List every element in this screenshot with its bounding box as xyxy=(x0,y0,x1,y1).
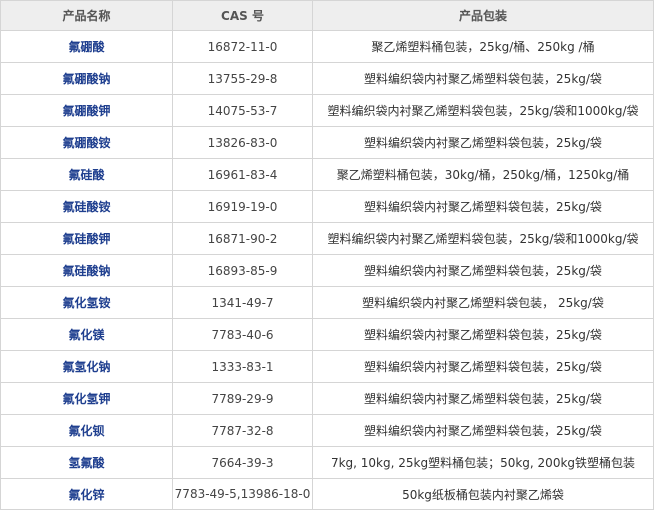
packaging-cell: 塑料编织袋内衬聚乙烯塑料袋包装，25kg/袋和1000kg/袋 xyxy=(312,94,654,127)
packaging-cell: 塑料编织袋内衬聚乙烯塑料袋包装，25kg/袋 xyxy=(312,62,654,95)
packaging-cell: 聚乙烯塑料桶包装，30kg/桶，250kg/桶，1250kg/桶 xyxy=(312,158,654,191)
table-row: 氟硅酸 16961-83-4 聚乙烯塑料桶包装，30kg/桶，250kg/桶，1… xyxy=(0,158,654,191)
product-name-cell: 氟硅酸 xyxy=(0,158,173,191)
product-name-cell: 氟化钡 xyxy=(0,414,173,447)
cas-cell: 1333-83-1 xyxy=(172,350,313,383)
product-name-cell: 氟硼酸钾 xyxy=(0,94,173,127)
cas-cell: 7783-40-6 xyxy=(172,318,313,351)
header-cas-number: CAS 号 xyxy=(172,0,313,31)
packaging-cell: 塑料编织袋内衬聚乙烯塑料袋包装，25kg/袋 xyxy=(312,318,654,351)
packaging-cell: 聚乙烯塑料桶包装，25kg/桶、250kg /桶 xyxy=(312,30,654,63)
table-row: 氟硅酸铵 16919-19-0 塑料编织袋内衬聚乙烯塑料袋包装，25kg/袋 xyxy=(0,190,654,223)
packaging-cell: 塑料编织袋内衬聚乙烯塑料袋包装， 25kg/袋 xyxy=(312,286,654,319)
table-row: 氟化锌 7783-49-5,13986-18-0 50kg纸板桶包装内衬聚乙烯袋 xyxy=(0,478,654,510)
cas-cell: 16893-85-9 xyxy=(172,254,313,287)
header-packaging: 产品包装 xyxy=(312,0,654,31)
packaging-cell: 塑料编织袋内衬聚乙烯塑料袋包装，25kg/袋 xyxy=(312,190,654,223)
table-row: 氟化氢铵 1341-49-7 塑料编织袋内衬聚乙烯塑料袋包装， 25kg/袋 xyxy=(0,286,654,319)
cas-cell: 13755-29-8 xyxy=(172,62,313,95)
cas-cell: 16961-83-4 xyxy=(172,158,313,191)
product-name-cell: 氟硅酸钾 xyxy=(0,222,173,255)
header-product-name: 产品名称 xyxy=(0,0,173,31)
table-row: 氟硼酸铵 13826-83-0 塑料编织袋内衬聚乙烯塑料袋包装，25kg/袋 xyxy=(0,126,654,159)
table-row: 氟氢化钠 1333-83-1 塑料编织袋内衬聚乙烯塑料袋包装，25kg/袋 xyxy=(0,350,654,383)
cas-cell: 7664-39-3 xyxy=(172,446,313,479)
header-row: 产品名称 CAS 号 产品包装 xyxy=(0,0,654,31)
cas-cell: 13826-83-0 xyxy=(172,126,313,159)
cas-cell: 7783-49-5,13986-18-0 xyxy=(172,478,313,510)
cas-cell: 16871-90-2 xyxy=(172,222,313,255)
packaging-cell: 塑料编织袋内衬聚乙烯塑料袋包装，25kg/袋 xyxy=(312,414,654,447)
packaging-cell: 7kg, 10kg, 25kg塑料桶包装；50kg, 200kg铁塑桶包装 xyxy=(312,446,654,479)
product-name-cell: 氟氢化钠 xyxy=(0,350,173,383)
table-row: 氟硼酸钾 14075-53-7 塑料编织袋内衬聚乙烯塑料袋包装，25kg/袋和1… xyxy=(0,94,654,127)
packaging-cell: 塑料编织袋内衬聚乙烯塑料袋包装，25kg/袋和1000kg/袋 xyxy=(312,222,654,255)
table-row: 氟化镁 7783-40-6 塑料编织袋内衬聚乙烯塑料袋包装，25kg/袋 xyxy=(0,318,654,351)
product-name-cell: 氟硅酸铵 xyxy=(0,190,173,223)
table-row: 氟化钡 7787-32-8 塑料编织袋内衬聚乙烯塑料袋包装，25kg/袋 xyxy=(0,414,654,447)
table-row: 氟硅酸钾 16871-90-2 塑料编织袋内衬聚乙烯塑料袋包装，25kg/袋和1… xyxy=(0,222,654,255)
table-row: 氢氟酸 7664-39-3 7kg, 10kg, 25kg塑料桶包装；50kg,… xyxy=(0,446,654,479)
cas-cell: 16872-11-0 xyxy=(172,30,313,63)
cas-cell: 14075-53-7 xyxy=(172,94,313,127)
table-row: 氟硅酸钠 16893-85-9 塑料编织袋内衬聚乙烯塑料袋包装，25kg/袋 xyxy=(0,254,654,287)
product-name-cell: 氟硼酸钠 xyxy=(0,62,173,95)
packaging-cell: 50kg纸板桶包装内衬聚乙烯袋 xyxy=(312,478,654,510)
cas-cell: 16919-19-0 xyxy=(172,190,313,223)
table-row: 氟硼酸 16872-11-0 聚乙烯塑料桶包装，25kg/桶、250kg /桶 xyxy=(0,30,654,63)
product-name-cell: 氟化氢钾 xyxy=(0,382,173,415)
cas-cell: 7789-29-9 xyxy=(172,382,313,415)
product-name-cell: 氟硅酸钠 xyxy=(0,254,173,287)
table-row: 氟化氢钾 7789-29-9 塑料编织袋内衬聚乙烯塑料袋包装，25kg/袋 xyxy=(0,382,654,415)
product-name-cell: 氟硼酸 xyxy=(0,30,173,63)
packaging-cell: 塑料编织袋内衬聚乙烯塑料袋包装，25kg/袋 xyxy=(312,382,654,415)
product-table: 产品名称 CAS 号 产品包装 氟硼酸 16872-11-0 聚乙烯塑料桶包装，… xyxy=(0,0,654,510)
cas-cell: 1341-49-7 xyxy=(172,286,313,319)
product-name-cell: 氟硼酸铵 xyxy=(0,126,173,159)
table-row: 氟硼酸钠 13755-29-8 塑料编织袋内衬聚乙烯塑料袋包装，25kg/袋 xyxy=(0,62,654,95)
product-name-cell: 氟化氢铵 xyxy=(0,286,173,319)
packaging-cell: 塑料编织袋内衬聚乙烯塑料袋包装，25kg/袋 xyxy=(312,254,654,287)
product-name-cell: 氢氟酸 xyxy=(0,446,173,479)
cas-cell: 7787-32-8 xyxy=(172,414,313,447)
packaging-cell: 塑料编织袋内衬聚乙烯塑料袋包装，25kg/袋 xyxy=(312,350,654,383)
product-name-cell: 氟化镁 xyxy=(0,318,173,351)
packaging-cell: 塑料编织袋内衬聚乙烯塑料袋包装，25kg/袋 xyxy=(312,126,654,159)
product-name-cell: 氟化锌 xyxy=(0,478,173,510)
